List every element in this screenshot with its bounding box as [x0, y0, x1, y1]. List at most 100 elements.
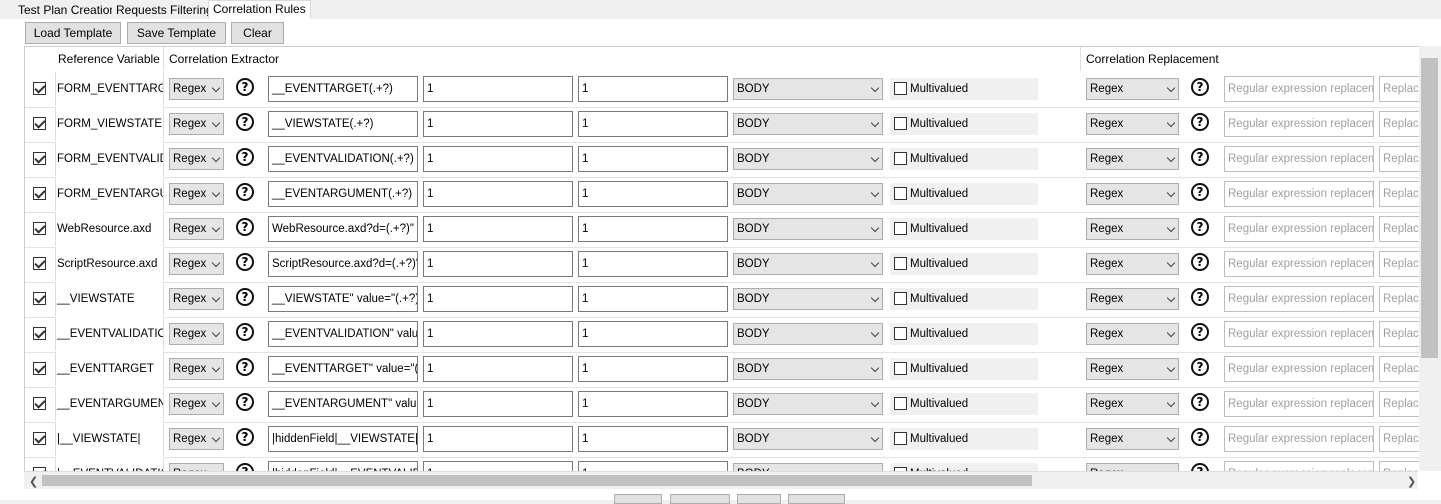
tab-test-plan-creation[interactable]: Test Plan Creation	[14, 2, 121, 19]
reference-variable-cell[interactable]: |__EVENTVALIDATION|	[55, 457, 164, 472]
extractor-type-select[interactable]: Regex	[169, 288, 224, 310]
replacement-regex-field[interactable]: Regular expression replacement	[1224, 391, 1374, 417]
replacement-field[interactable]: Replace	[1379, 321, 1419, 347]
help-icon[interactable]: ?	[1191, 183, 1209, 201]
help-icon[interactable]: ?	[1191, 358, 1209, 376]
group-number-field[interactable]: 1	[578, 251, 728, 277]
replacement-regex-field[interactable]: Regular expression replacement	[1224, 251, 1374, 277]
help-icon[interactable]: ?	[236, 253, 254, 271]
target-select[interactable]: BODY	[733, 253, 883, 275]
match-number-field[interactable]: 1	[423, 251, 573, 277]
replacement-type-select[interactable]: Regex	[1086, 148, 1179, 170]
replacement-field[interactable]: Replace	[1379, 216, 1419, 242]
multivalued-toggle[interactable]: Multivalued	[890, 218, 1038, 240]
vertical-scroll-thumb[interactable]	[1421, 58, 1438, 358]
match-number-field[interactable]: 1	[423, 356, 573, 382]
tab-requests-filtering[interactable]: Requests Filtering	[112, 2, 217, 19]
regex-field[interactable]: __VIEWSTATE" value="(.+?)"	[268, 286, 418, 312]
scroll-right-arrow-icon[interactable]: ❯	[1407, 475, 1416, 488]
multivalued-toggle[interactable]: Multivalued	[890, 78, 1038, 100]
extractor-type-select[interactable]: Regex	[169, 253, 224, 275]
group-number-field[interactable]: 1	[578, 146, 728, 172]
target-select[interactable]: BODY	[733, 113, 883, 135]
replacement-type-select[interactable]: Regex	[1086, 183, 1179, 205]
reference-variable-cell[interactable]: FORM_EVENTTARGET	[55, 72, 164, 106]
replacement-type-select[interactable]: Regex	[1086, 113, 1179, 135]
help-icon[interactable]: ?	[236, 218, 254, 236]
enabled-checkbox[interactable]	[33, 222, 46, 235]
group-number-field[interactable]: 1	[578, 111, 728, 137]
target-select[interactable]: BODY	[733, 323, 883, 345]
match-number-field[interactable]: 1	[423, 391, 573, 417]
extractor-type-select[interactable]: Regex	[169, 148, 224, 170]
match-number-field[interactable]: 1	[423, 76, 573, 102]
help-icon[interactable]: ?	[236, 358, 254, 376]
replacement-field[interactable]: Replace	[1379, 426, 1419, 452]
replacement-regex-field[interactable]: Regular expression replacement	[1224, 321, 1374, 347]
enabled-checkbox[interactable]	[33, 432, 46, 445]
target-select[interactable]: BODY	[733, 183, 883, 205]
replacement-field[interactable]: Replace	[1379, 251, 1419, 277]
group-number-field[interactable]: 1	[578, 426, 728, 452]
reference-variable-cell[interactable]: WebResource.axd	[55, 212, 164, 246]
replacement-field[interactable]: Replace	[1379, 356, 1419, 382]
regex-field[interactable]: ScriptResource.axd?d=(.+?)"	[268, 251, 418, 277]
regex-field[interactable]: __EVENTTARGET(.+?)	[268, 76, 418, 102]
multivalued-checkbox[interactable]	[894, 362, 907, 375]
extractor-type-select[interactable]: Regex	[169, 323, 224, 345]
multivalued-toggle[interactable]: Multivalued	[890, 183, 1038, 205]
multivalued-checkbox[interactable]	[894, 327, 907, 340]
regex-field[interactable]: __EVENTARGUMENT" value="(.+?)"	[268, 391, 418, 417]
replacement-type-select[interactable]: Regex	[1086, 218, 1179, 240]
help-icon[interactable]: ?	[236, 393, 254, 411]
match-number-field[interactable]: 1	[423, 216, 573, 242]
help-icon[interactable]: ?	[236, 78, 254, 96]
scroll-left-arrow-icon[interactable]: ❮	[29, 475, 38, 488]
multivalued-toggle[interactable]: Multivalued	[890, 253, 1038, 275]
multivalued-checkbox[interactable]	[894, 117, 907, 130]
help-icon[interactable]: ?	[236, 148, 254, 166]
target-select[interactable]: BODY	[733, 428, 883, 450]
enabled-checkbox[interactable]	[33, 327, 46, 340]
target-select[interactable]: BODY	[733, 218, 883, 240]
extractor-type-select[interactable]: Regex	[169, 393, 224, 415]
enabled-checkbox[interactable]	[33, 82, 46, 95]
match-number-field[interactable]: 1	[423, 111, 573, 137]
help-icon[interactable]: ?	[1191, 218, 1209, 236]
replacement-field[interactable]: Replace	[1379, 76, 1419, 102]
replacement-field[interactable]: Replace	[1379, 391, 1419, 417]
multivalued-checkbox[interactable]	[894, 187, 907, 200]
extractor-type-select[interactable]: Regex	[169, 78, 224, 100]
reference-variable-cell[interactable]: __EVENTVALIDATION	[55, 317, 164, 351]
multivalued-toggle[interactable]: Multivalued	[890, 358, 1038, 380]
target-select[interactable]: BODY	[733, 148, 883, 170]
horizontal-scrollbar[interactable]: ❮ ❯	[24, 471, 1418, 489]
regex-field[interactable]: WebResource.axd?d=(.+?)"	[268, 216, 418, 242]
enabled-checkbox[interactable]	[33, 152, 46, 165]
replacement-type-select[interactable]: Regex	[1086, 253, 1179, 275]
replacement-type-select[interactable]: Regex	[1086, 358, 1179, 380]
group-number-field[interactable]: 1	[578, 391, 728, 417]
extractor-type-select[interactable]: Regex	[169, 218, 224, 240]
replacement-regex-field[interactable]: Regular expression replacement	[1224, 146, 1374, 172]
replacement-type-select[interactable]: Regex	[1086, 393, 1179, 415]
extractor-type-select[interactable]: Regex	[169, 113, 224, 135]
match-number-field[interactable]: 1	[423, 181, 573, 207]
multivalued-toggle[interactable]: Multivalued	[890, 148, 1038, 170]
help-icon[interactable]: ?	[236, 183, 254, 201]
replacement-field[interactable]: Replace	[1379, 181, 1419, 207]
help-icon[interactable]: ?	[1191, 393, 1209, 411]
replacement-type-select[interactable]: Regex	[1086, 78, 1179, 100]
replacement-regex-field[interactable]: Regular expression replacement	[1224, 181, 1374, 207]
target-select[interactable]: BODY	[733, 288, 883, 310]
extractor-type-select[interactable]: Regex	[169, 428, 224, 450]
enabled-checkbox[interactable]	[33, 187, 46, 200]
group-number-field[interactable]: 1	[578, 321, 728, 347]
enabled-checkbox[interactable]	[33, 117, 46, 130]
clear-button[interactable]: Clear	[231, 22, 284, 44]
replacement-regex-field[interactable]: Regular expression replacement	[1224, 286, 1374, 312]
replacement-field[interactable]: Replace	[1379, 286, 1419, 312]
multivalued-checkbox[interactable]	[894, 292, 907, 305]
group-number-field[interactable]: 1	[578, 216, 728, 242]
replacement-regex-field[interactable]: Regular expression replacement	[1224, 111, 1374, 137]
